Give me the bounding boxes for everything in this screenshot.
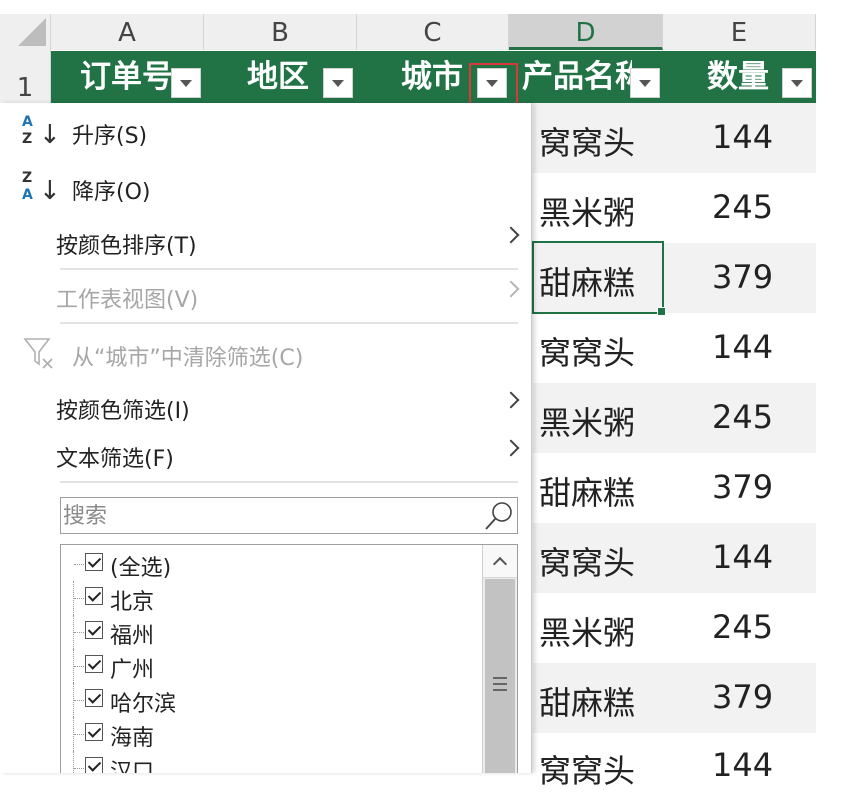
cell-product[interactable]: 黑米粥 [539, 608, 635, 654]
checkbox[interactable] [85, 689, 103, 707]
column-header-d[interactable]: D [509, 14, 663, 50]
menu-separator [60, 322, 518, 324]
active-cell-cursor [532, 241, 666, 316]
filter-button-quantity[interactable] [782, 68, 812, 98]
cell-quantity[interactable]: 144 [712, 118, 773, 156]
menu-item-sort-descending[interactable]: Z A ↓ 降序(O) [0, 165, 531, 213]
cell-quantity[interactable]: 144 [712, 538, 773, 576]
submenu-chevron-icon [502, 280, 520, 298]
filter-button-order-id[interactable] [171, 68, 201, 98]
filter-button-region[interactable] [323, 68, 353, 98]
list-item[interactable]: 广州 [61, 649, 481, 683]
cell-quantity[interactable]: 144 [712, 746, 773, 784]
filter-button-product-name[interactable] [630, 68, 660, 98]
submenu-chevron-icon [502, 439, 520, 457]
cell-product[interactable]: 黑米粥 [539, 398, 635, 444]
list-item[interactable]: 海南 [61, 717, 481, 751]
menu-item-label: 工作表视图(V) [56, 288, 199, 313]
menu-separator [60, 268, 518, 270]
header-region: 地区 [247, 59, 309, 95]
cell-quantity[interactable]: 379 [712, 468, 773, 506]
scroll-grip-icon [493, 677, 507, 691]
list-item[interactable]: 汉口 [61, 751, 481, 773]
header-order-id: 订单号 [80, 59, 173, 95]
menu-item-text-filter[interactable]: 文本筛选(F) [0, 432, 531, 480]
sort-ascending-icon: A Z ↓ [22, 114, 61, 150]
list-item[interactable]: 哈尔滨 [61, 683, 481, 717]
checkbox[interactable] [85, 553, 103, 571]
header-city: 城市 [401, 59, 463, 95]
checkbox[interactable] [85, 757, 103, 773]
menu-item-sort-by-color[interactable]: 按颜色排序(T) [0, 219, 531, 267]
cell-quantity[interactable]: 379 [712, 258, 773, 296]
header-quantity: 数量 [707, 59, 769, 95]
list-item[interactable]: 北京 [61, 581, 481, 615]
checkbox[interactable] [85, 723, 103, 741]
list-item[interactable]: 福州 [61, 615, 481, 649]
search-box [60, 497, 518, 535]
fill-handle[interactable] [657, 307, 666, 316]
menu-item-sheet-view[interactable]: 工作表视图(V) [0, 273, 531, 321]
header-product-name: 产品名称 [522, 59, 632, 95]
sort-descending-icon: Z A ↓ [22, 170, 61, 206]
clear-filter-icon [23, 338, 53, 369]
submenu-chevron-icon [502, 391, 520, 409]
dropdown-arrow-icon [332, 80, 344, 87]
scroll-up-icon[interactable] [483, 545, 517, 578]
scroll-thumb[interactable] [485, 579, 515, 773]
menu-item-label: 按颜色筛选(I) [56, 399, 190, 424]
filter-value-list: (全选) 北京 福州 广州 哈尔滨 海南 汉口 [60, 544, 518, 773]
menu-item-label: 升序(S) [72, 124, 148, 149]
menu-item-label: 降序(O) [72, 180, 151, 205]
cell-quantity[interactable]: 245 [712, 188, 773, 226]
checkbox[interactable] [85, 621, 103, 639]
column-header-b[interactable]: B [204, 14, 357, 50]
dropdown-arrow-icon [639, 80, 651, 87]
cell-product[interactable]: 甜麻糕 [539, 468, 635, 514]
column-header-c[interactable]: C [357, 14, 509, 50]
cell-product[interactable]: 黑米粥 [539, 188, 635, 234]
cell-quantity[interactable]: 245 [712, 608, 773, 646]
cell-quantity[interactable]: 379 [712, 678, 773, 716]
dropdown-arrow-icon [180, 80, 192, 87]
checkbox[interactable] [85, 655, 103, 673]
cell-product[interactable]: 窝窝头 [539, 746, 635, 792]
menu-item-clear-filter[interactable]: 从“城市”中清除筛选(C) [0, 331, 531, 379]
submenu-chevron-icon [502, 226, 520, 244]
menu-item-filter-by-color[interactable]: 按颜色筛选(I) [0, 384, 531, 432]
cell-product[interactable]: 窝窝头 [539, 328, 635, 374]
menu-item-label: 文本筛选(F) [56, 447, 174, 472]
list-scrollbar[interactable] [482, 545, 517, 773]
menu-separator [60, 481, 518, 483]
menu-item-sort-ascending[interactable]: A Z ↓ 升序(S) [0, 109, 531, 157]
column-header-e[interactable]: E [663, 14, 816, 50]
cell-product[interactable]: 窝窝头 [539, 538, 635, 584]
select-all-corner[interactable] [0, 14, 51, 50]
search-icon[interactable] [483, 500, 515, 532]
cell-quantity[interactable]: 144 [712, 328, 773, 366]
dropdown-arrow-icon [791, 80, 803, 87]
cell-quantity[interactable]: 245 [712, 398, 773, 436]
menu-item-label: 按颜色排序(T) [56, 234, 197, 259]
column-header-a[interactable]: A [51, 14, 204, 50]
list-item-select-all[interactable]: (全选) [61, 547, 481, 581]
checkbox[interactable] [85, 587, 103, 605]
search-input[interactable] [61, 498, 475, 535]
menu-item-label: 从“城市”中清除筛选(C) [72, 346, 304, 371]
cell-product[interactable]: 窝窝头 [539, 118, 635, 164]
cell-product[interactable]: 甜麻糕 [539, 678, 635, 724]
